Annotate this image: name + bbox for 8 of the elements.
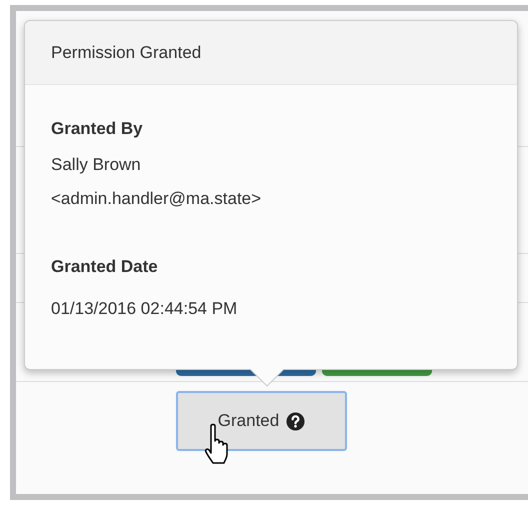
field-value: Sally Brown <box>51 154 142 176</box>
field-value: 01/13/2016 02:44:54 PM <box>51 298 238 320</box>
popover-title: Permission Granted <box>25 21 517 85</box>
help-icon <box>286 412 306 430</box>
granted-button[interactable]: Granted <box>176 391 347 451</box>
field-label: Granted By <box>51 118 144 140</box>
field-label: Granted Date <box>51 256 159 278</box>
field-value: <admin.handler@ma.state> <box>51 188 262 210</box>
